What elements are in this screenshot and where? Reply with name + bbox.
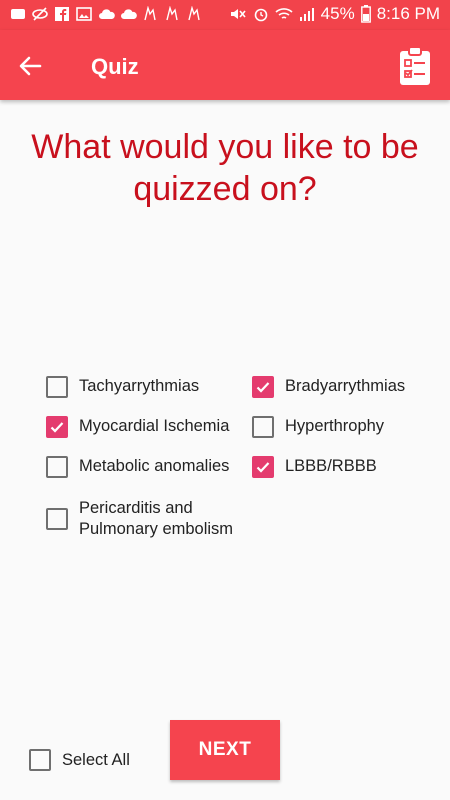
option-pericarditis-pulmonary-embolism[interactable]: Pericarditis and Pulmonary embolism	[46, 498, 254, 540]
option-label: Hyperthrophy	[285, 417, 385, 435]
option-label: Myocardial Ischemia	[79, 417, 230, 435]
battery-icon	[360, 5, 371, 23]
select-all-option[interactable]: Select All	[29, 749, 130, 771]
eye-off-icon	[32, 6, 48, 22]
next-button[interactable]: NEXT	[170, 720, 280, 780]
status-bar: 45% 8:16 PM	[0, 0, 450, 30]
checkbox[interactable]	[46, 376, 68, 398]
checkbox[interactable]	[46, 456, 68, 478]
signal-icon	[299, 6, 315, 22]
image-icon	[76, 6, 92, 22]
arrow-left-icon[interactable]	[16, 52, 44, 80]
app-bar: Quiz	[0, 30, 450, 100]
message-icon	[10, 6, 26, 22]
question-heading: What would you like to be quizzed on?	[31, 128, 419, 208]
option-label: LBBB/RBBB	[285, 457, 377, 475]
option-bradyarrythmias[interactable]: Bradyarrythmias	[252, 376, 405, 398]
cloud-icon	[120, 6, 137, 22]
checkbox[interactable]	[252, 456, 274, 478]
option-label: Metabolic anomalies	[79, 457, 230, 475]
app-icon	[142, 5, 158, 22]
option-label: Pericarditis and Pulmonary embolism	[79, 499, 234, 538]
checkbox[interactable]	[46, 508, 68, 530]
facebook-icon	[54, 6, 70, 22]
option-myocardial-ischemia[interactable]: Myocardial Ischemia	[46, 416, 229, 438]
battery-percent: 45%	[320, 4, 355, 23]
option-hyperthrophy[interactable]: Hyperthrophy	[252, 416, 384, 438]
mute-icon	[229, 6, 247, 22]
wifi-icon	[275, 6, 293, 22]
page-title: Quiz	[91, 54, 139, 79]
app-icon	[164, 5, 180, 22]
notification-icons	[10, 5, 202, 22]
app-icon	[186, 5, 202, 22]
clock: 8:16 PM	[376, 4, 440, 23]
option-lbbb-rbbb[interactable]: LBBB/RBBB	[252, 456, 377, 478]
cloud-icon	[98, 6, 115, 22]
select-all-checkbox[interactable]	[29, 749, 51, 771]
option-tachyarrythmias[interactable]: Tachyarrythmias	[46, 376, 199, 398]
clipboard-checklist-icon[interactable]	[398, 46, 432, 86]
checkbox[interactable]	[252, 416, 274, 438]
select-all-label: Select All	[62, 750, 130, 769]
option-metabolic-anomalies[interactable]: Metabolic anomalies	[46, 456, 229, 478]
status-right: 45% 8:16 PM	[229, 4, 440, 24]
option-label: Bradyarrythmias	[285, 377, 406, 395]
option-label: Tachyarrythmias	[79, 377, 200, 395]
checkbox[interactable]	[46, 416, 68, 438]
checkbox[interactable]	[252, 376, 274, 398]
alarm-icon	[253, 6, 269, 22]
